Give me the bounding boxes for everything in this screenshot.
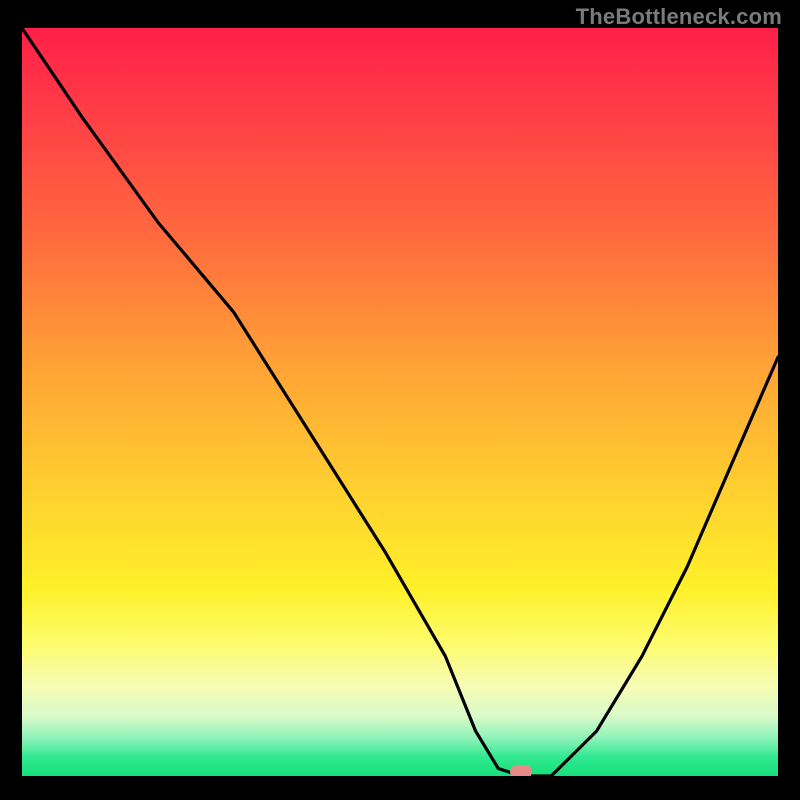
watermark-text: TheBottleneck.com [576,4,782,30]
plot-area [22,28,778,776]
bottleneck-curve [22,28,778,776]
optimal-point-marker [510,765,532,776]
chart-frame: TheBottleneck.com [0,0,800,800]
